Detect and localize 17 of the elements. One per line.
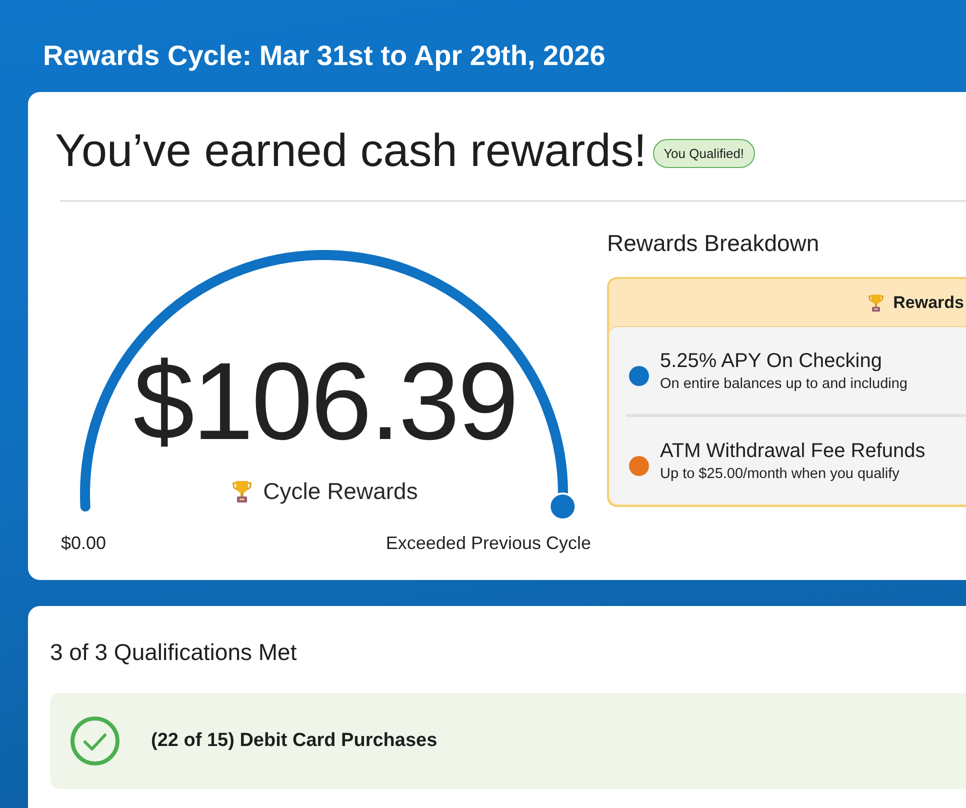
trophy-icon: [868, 293, 884, 312]
reward-title: ATM Withdrawal Fee Refunds: [660, 439, 926, 464]
qualification-label: (22 of 15) Debit Card Purchases: [151, 729, 438, 753]
gauge-status-label: Exceeded Previous Cycle: [386, 532, 591, 555]
qualifications-title: 3 of 3 Qualifications Met: [50, 638, 298, 666]
breakdown-header-title: Rewards: [893, 292, 964, 314]
reward-amount: $106.39: [133, 347, 517, 457]
reward-description: Up to $25.00/month when you qualify: [660, 465, 900, 484]
trophy-icon: [232, 479, 252, 503]
cycle-title: Rewards Cycle: Mar 31st to Apr 29th, 2026: [43, 39, 606, 73]
reward-title: 5.25% APY On Checking: [660, 349, 882, 374]
cycle-rewards-label: Cycle Rewards: [263, 477, 418, 505]
qualified-badge: You Qualified!: [652, 138, 756, 168]
earned-title: You’ve earned cash rewards!: [55, 123, 647, 178]
reward-description: On entire balances up to and including: [660, 375, 908, 394]
breakdown-title: Rewards Breakdown: [607, 229, 820, 257]
gauge-min-label: $0.00: [61, 532, 106, 555]
